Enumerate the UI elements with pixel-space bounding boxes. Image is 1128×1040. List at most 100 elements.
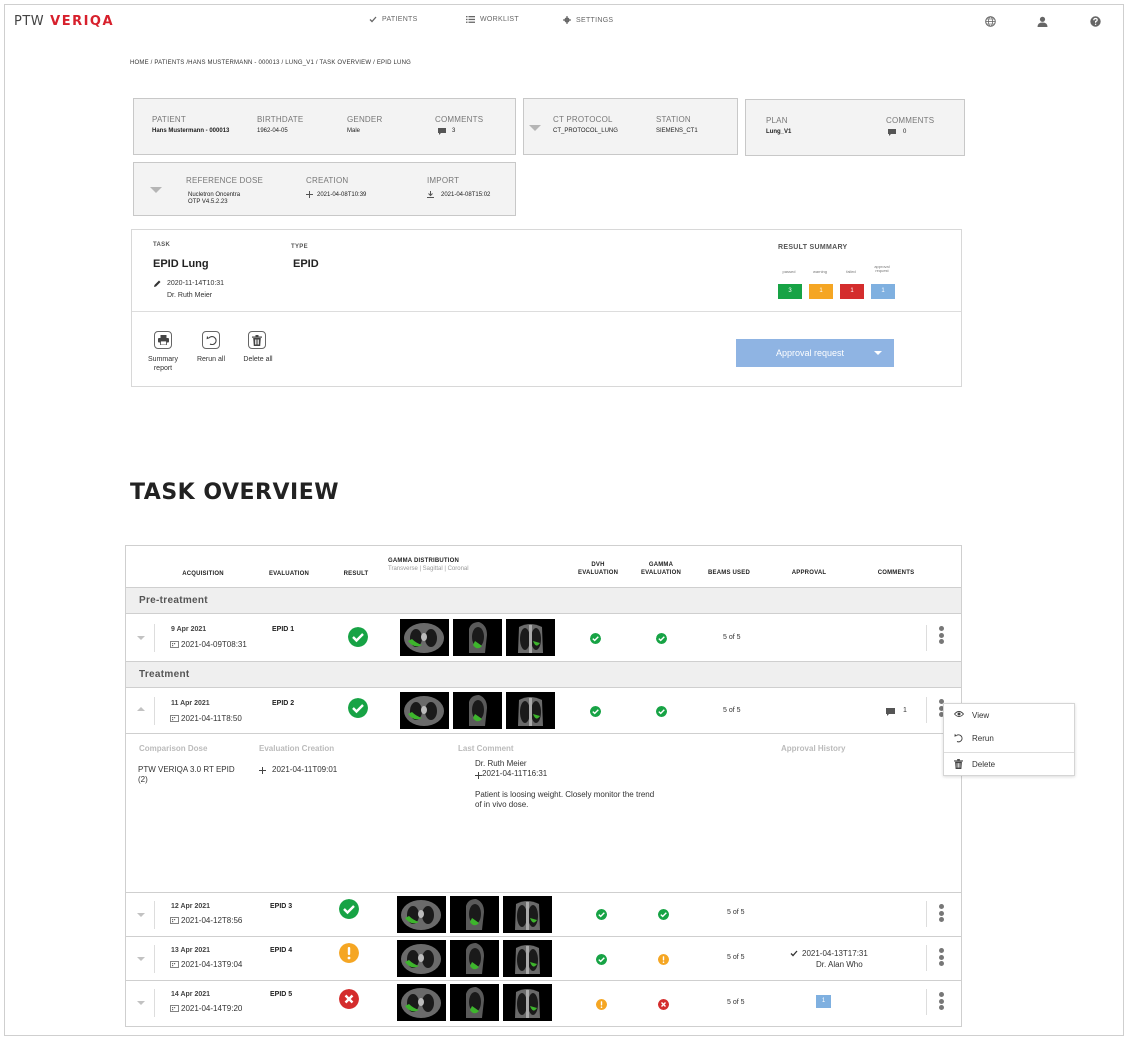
comment-icon[interactable] (886, 708, 895, 716)
nav-patients[interactable]: PATIENTS (369, 16, 418, 23)
summary-approval-count[interactable]: 1 (871, 284, 895, 299)
calendar-icon (170, 961, 179, 968)
table-row[interactable]: 9 Apr 2021 2021-04-09T08:31 EPID 1 5 of … (126, 615, 961, 661)
globe-icon[interactable] (985, 16, 996, 27)
row-expand-caret[interactable] (137, 1001, 145, 1005)
summary-passed-count[interactable]: 3 (778, 284, 802, 299)
nav-worklist[interactable]: WORKLIST (466, 16, 519, 23)
row-divider (154, 945, 155, 973)
gamma-coronal-thumb[interactable] (503, 984, 552, 1021)
row-expand-caret[interactable] (137, 913, 145, 917)
calendar-icon (170, 715, 179, 722)
comparison-dose-label: Comparison Dose (139, 744, 208, 753)
help-icon[interactable] (1090, 16, 1101, 27)
row-expand-caret[interactable] (137, 636, 145, 640)
evaluation-name[interactable]: EPID 4 (270, 947, 292, 954)
summary-failed-count[interactable]: 1 (840, 284, 864, 299)
menu-item-delete[interactable]: Delete (944, 754, 1074, 776)
user-icon[interactable] (1037, 16, 1048, 27)
delete-all-label: Delete all (243, 356, 273, 363)
acquisition-stamp-text: 2021-04-11T8:50 (181, 714, 242, 723)
nav-settings[interactable]: SETTINGS (563, 16, 613, 24)
nav-patients-label: PATIENTS (382, 16, 418, 23)
menu-item-rerun[interactable]: Rerun (944, 728, 1074, 750)
summary-report-button[interactable] (154, 331, 172, 349)
row-context-menu: View Rerun Delete (943, 703, 1075, 776)
col-comments[interactable]: COMMENTS (861, 569, 931, 577)
row-more-icon[interactable] (939, 992, 945, 1010)
calendar-icon (170, 917, 179, 924)
evaluation-name[interactable]: EPID 2 (272, 700, 294, 707)
col-beams-used[interactable]: BEAMS USED (694, 569, 764, 577)
rerun-all-button[interactable] (202, 331, 220, 349)
col-dvh-1: DVH (591, 562, 605, 568)
gamma-transverse-thumb[interactable] (400, 619, 449, 656)
col-acquisition[interactable]: ACQUISITION (168, 570, 238, 578)
check-icon (790, 950, 798, 957)
gamma-sagittal-thumb[interactable] (453, 619, 502, 656)
comment-icon[interactable] (888, 129, 896, 136)
menu-item-rerun-label: Rerun (972, 734, 994, 743)
gamma-sagittal-thumb[interactable] (450, 940, 499, 977)
menu-item-view[interactable]: View (944, 705, 1074, 727)
summary-report-label-2: report (153, 365, 173, 372)
gamma-coronal-thumb[interactable] (506, 619, 555, 656)
evaluation-name[interactable]: EPID 1 (272, 626, 294, 633)
row-more-icon[interactable] (939, 904, 945, 922)
row-collapse-caret[interactable] (137, 707, 145, 711)
breadcrumb: HOME / PATIENTS /HANS MUSTERMANN - 00001… (130, 60, 411, 66)
table-row[interactable]: 12 Apr 2021 2021-04-12T8:56 EPID 3 5 of … (126, 893, 961, 936)
col-approval[interactable]: APPROVAL (774, 569, 844, 577)
col-result[interactable]: RESULT (334, 570, 378, 578)
chevron-down-icon[interactable] (874, 351, 882, 355)
gamma-transverse-thumb[interactable] (397, 984, 446, 1021)
row-more-icon[interactable] (939, 626, 945, 644)
approval-request-button[interactable]: Approval request (736, 339, 894, 367)
menu-item-delete-label: Delete (972, 760, 996, 769)
last-comment-text: Patient is loosing weight. Closely monit… (475, 790, 655, 799)
comment-icon[interactable] (438, 128, 446, 135)
type-label: TYPE (291, 244, 308, 250)
col-evaluation[interactable]: EVALUATION (258, 570, 320, 578)
col-gamma-evaluation[interactable]: GAMMA EVALUATION (639, 561, 683, 577)
gamma-sagittal-thumb[interactable] (450, 984, 499, 1021)
col-dvh-evaluation[interactable]: DVH EVALUATION (578, 561, 618, 577)
acquisition-stamp: 2021-04-12T8:56 (170, 916, 242, 925)
summary-warning-count[interactable]: 1 (809, 284, 833, 299)
gamma-transverse-thumb[interactable] (400, 692, 449, 729)
evaluation-name[interactable]: EPID 3 (270, 903, 292, 910)
gamma-transverse-thumb[interactable] (397, 940, 446, 977)
gamma-coronal-thumb[interactable] (503, 896, 552, 933)
summary-report-label-1: Summary (148, 356, 178, 363)
acquisition-date: 13 Apr 2021 (171, 947, 211, 954)
dvh-passed-icon (596, 954, 607, 965)
gamma-sagittal-thumb[interactable] (453, 692, 502, 729)
col-gamma-distribution[interactable]: GAMMA DISTRIBUTION (388, 557, 508, 565)
gamma-transverse-thumb[interactable] (397, 896, 446, 933)
acquisition-date: 12 Apr 2021 (171, 903, 211, 910)
ct-expand-caret[interactable] (529, 125, 541, 131)
plan-comments-value: 0 (903, 129, 907, 135)
row-expand-caret[interactable] (137, 957, 145, 961)
gamma-passed-icon (656, 706, 667, 717)
table-row[interactable]: 11 Apr 2021 2021-04-11T8:50 EPID 2 5 of … (126, 689, 961, 733)
gamma-coronal-thumb[interactable] (503, 940, 552, 977)
row-divider (926, 625, 927, 651)
section-treatment-label: Treatment (139, 669, 190, 680)
summary-warning-label: warning (812, 269, 827, 274)
summary-report-label: Summary report (144, 355, 182, 373)
reference-dose-label: REFERENCE DOSE (186, 176, 264, 185)
table-row[interactable]: 14 Apr 2021 2021-04-14T9:20 EPID 5 5 of … (126, 981, 961, 1026)
gamma-sagittal-thumb[interactable] (450, 896, 499, 933)
table-row[interactable]: 13 Apr 2021 2021-04-13T9:04 EPID 4 5 of … (126, 937, 961, 980)
dose-expand-caret[interactable] (150, 187, 162, 193)
evaluation-name[interactable]: EPID 5 (270, 991, 292, 998)
delete-all-button[interactable] (248, 331, 266, 349)
approval-request-badge[interactable]: 1 (816, 995, 831, 1008)
row-divider (926, 945, 927, 971)
evaluation-creation-label: Evaluation Creation (259, 744, 335, 753)
summary-failed-label: failed (846, 269, 856, 274)
row-more-icon[interactable] (939, 948, 945, 966)
gamma-coronal-thumb[interactable] (506, 692, 555, 729)
plan-label: PLAN (766, 116, 788, 125)
